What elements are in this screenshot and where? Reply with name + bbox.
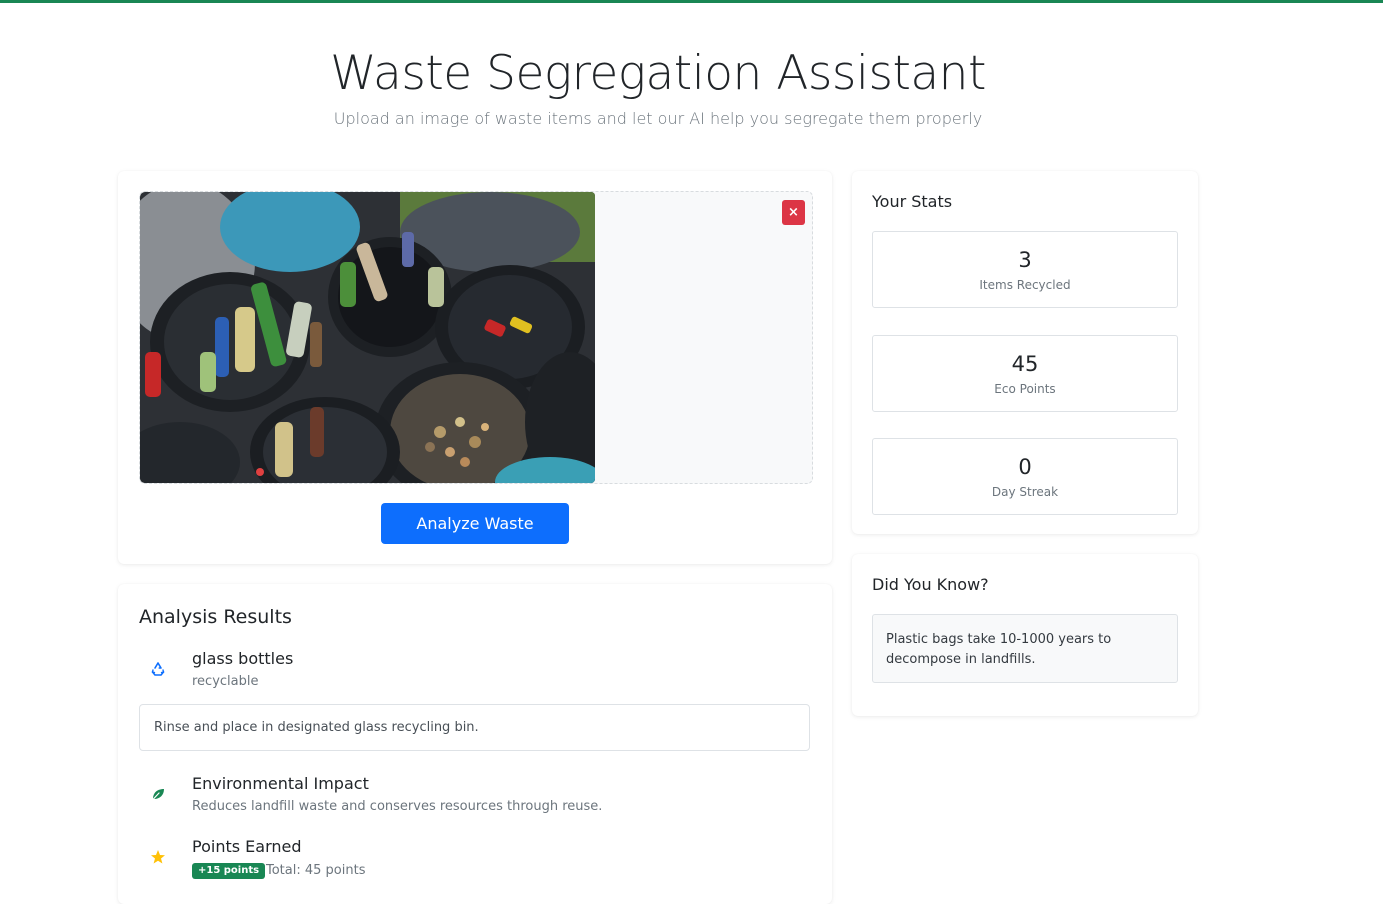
top-accent-bar (0, 0, 1383, 3)
impact-text: Reduces landfill waste and conserves res… (192, 799, 603, 814)
stat-day-streak: 0 Day Streak (872, 438, 1178, 515)
stat-value: 0 (1018, 455, 1032, 479)
image-drop-zone[interactable]: × (139, 191, 813, 484)
stat-label: Day Streak (991, 485, 1059, 499)
remove-image-button[interactable]: × (782, 200, 805, 225)
tip-heading: Did You Know? (872, 575, 989, 594)
recycle-icon (146, 657, 170, 681)
stat-items-recycled: 3 Items Recycled (872, 231, 1178, 308)
detected-item-category: recyclable (192, 674, 259, 689)
stats-card: Your Stats 3 Items Recycled 45 Eco Point… (852, 171, 1198, 534)
detected-item-name: glass bottles (192, 649, 294, 668)
tip-text: Plastic bags take 10-1000 years to decom… (872, 614, 1178, 683)
points-earned-badge: +15 points (192, 863, 266, 879)
star-icon (146, 845, 170, 869)
did-you-know-card: Did You Know? Plastic bags take 10-1000 … (852, 554, 1198, 716)
page-title: Waste Segregation Assistant (330, 46, 986, 101)
stat-label: Eco Points (994, 382, 1056, 396)
points-total: Total: 45 points (266, 863, 366, 878)
stat-value: 45 (1011, 352, 1039, 376)
stats-heading: Your Stats (872, 192, 953, 211)
disposal-instruction: Rinse and place in designated glass recy… (154, 720, 479, 735)
page-subtitle: Upload an image of waste items and let o… (333, 109, 983, 128)
upload-card: × Analyze Waste (118, 171, 832, 564)
analyze-waste-button[interactable]: Analyze Waste (381, 503, 569, 544)
uploaded-waste-image (140, 192, 595, 483)
disposal-instruction-box: Rinse and place in designated glass recy… (139, 704, 810, 751)
impact-title: Environmental Impact (192, 774, 369, 793)
stat-label: Items Recycled (979, 278, 1071, 292)
points-title: Points Earned (192, 837, 302, 856)
stat-eco-points: 45 Eco Points (872, 335, 1178, 412)
leaf-icon (146, 782, 170, 806)
analysis-results-card: Analysis Results glass bottles recyclabl… (118, 584, 832, 904)
stat-value: 3 (1018, 248, 1032, 272)
results-heading: Analysis Results (139, 606, 292, 628)
